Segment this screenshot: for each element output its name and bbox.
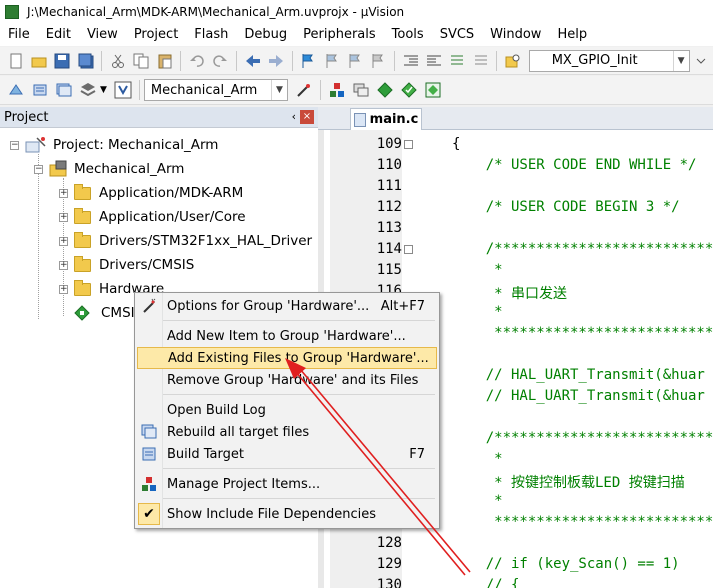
annotation-arrow: [285, 358, 471, 576]
